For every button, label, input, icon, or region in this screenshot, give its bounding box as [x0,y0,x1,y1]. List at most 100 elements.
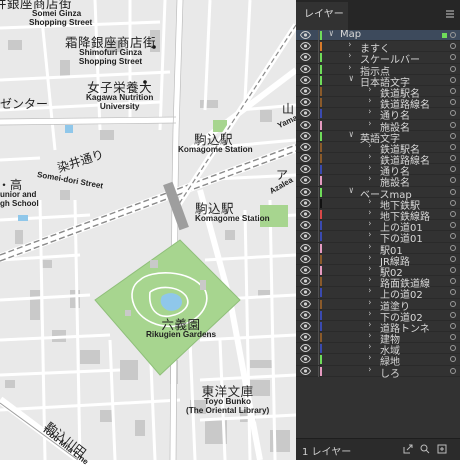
target-icon[interactable] [450,132,456,139]
target-icon[interactable] [450,110,456,117]
eye-icon[interactable] [299,333,312,342]
chevron-down-icon[interactable]: ∨ [349,186,354,196]
eye-icon[interactable] [299,221,312,230]
eye-icon[interactable] [299,265,312,274]
eye-icon[interactable] [299,321,312,330]
layer-row[interactable]: › 道路トンネ [296,320,460,335]
lock-toggle[interactable] [318,141,319,153]
chevron-right-icon[interactable]: › [368,230,371,240]
target-icon[interactable] [450,188,456,195]
layer-row[interactable]: › 鉄道路線名 [296,152,460,167]
chevron-right-icon[interactable]: › [368,275,371,285]
layer-row[interactable]: › 水域 [296,342,460,357]
layer-row[interactable]: › 鉄道路線名 [296,96,460,111]
chevron-right-icon[interactable]: › [368,163,371,173]
eye-icon[interactable] [299,154,312,163]
target-icon[interactable] [450,99,456,106]
target-icon[interactable] [450,322,456,329]
lock-toggle[interactable] [318,175,319,187]
layer-row[interactable]: ∨ ベースmap [296,186,460,201]
lock-toggle[interactable] [318,253,319,265]
target-icon[interactable] [450,76,456,83]
eye-icon[interactable] [299,310,312,319]
target-icon[interactable] [450,367,456,374]
eye-icon[interactable] [299,366,312,375]
eye-icon[interactable] [299,86,312,95]
target-icon[interactable] [450,334,456,341]
layer-row[interactable]: › 道塗り [296,298,460,313]
eye-icon[interactable] [299,232,312,241]
target-icon[interactable] [450,199,456,206]
chevron-right-icon[interactable]: › [368,309,371,319]
chevron-right-icon[interactable]: › [368,85,371,95]
layer-row[interactable]: › 上の道01 [296,219,460,234]
lock-toggle[interactable] [318,354,319,366]
eye-icon[interactable] [299,109,312,118]
eye-icon[interactable] [299,53,312,62]
chevron-down-icon[interactable]: ∨ [329,29,334,39]
lock-toggle[interactable] [318,41,319,53]
eye-icon[interactable] [299,243,312,252]
chevron-right-icon[interactable]: › [368,242,371,252]
eye-icon[interactable] [299,344,312,353]
new-layer-icon[interactable] [437,444,447,454]
target-icon[interactable] [450,289,456,296]
layer-row[interactable]: › 建物 [296,331,460,346]
chevron-right-icon[interactable]: › [368,331,371,341]
target-icon[interactable] [450,233,456,240]
chevron-right-icon[interactable]: › [368,298,371,308]
chevron-right-icon[interactable]: › [368,96,371,106]
eye-icon[interactable] [299,98,312,107]
lock-toggle[interactable] [318,287,319,299]
target-icon[interactable] [450,211,456,217]
chevron-right-icon[interactable]: › [368,174,371,184]
lock-toggle[interactable] [318,231,319,243]
target-icon[interactable] [450,222,456,229]
chevron-right-icon[interactable]: › [368,353,371,363]
chevron-right-icon[interactable]: › [348,51,351,61]
eye-icon[interactable] [299,75,312,84]
eye-icon[interactable] [299,355,312,364]
layer-row[interactable]: › 下の道02 [296,309,460,324]
layer-row[interactable]: › 鉄道駅名 [296,141,460,156]
layer-row[interactable]: › 上の道02 [296,286,460,301]
lock-toggle[interactable] [318,85,319,97]
target-icon[interactable] [450,87,456,94]
layer-row[interactable]: › 通り名 [296,107,460,122]
target-icon[interactable] [450,65,456,72]
lock-toggle[interactable] [318,298,319,310]
chevron-right-icon[interactable]: › [368,141,371,151]
export-icon[interactable] [403,444,413,454]
lock-toggle[interactable] [318,209,319,220]
chevron-right-icon[interactable]: › [368,219,371,229]
layer-row[interactable]: › 通り名 [296,163,460,178]
chevron-right-icon[interactable]: › [368,365,371,375]
lock-toggle[interactable] [318,276,319,288]
lock-toggle[interactable] [318,52,319,64]
layer-row[interactable]: › 駅01 [296,242,460,257]
lock-toggle[interactable] [318,130,319,142]
layer-name[interactable]: しろ [380,365,400,380]
lock-toggle[interactable] [318,343,319,355]
lock-toggle[interactable] [318,320,319,332]
chevron-right-icon[interactable]: › [368,264,371,274]
chevron-right-icon[interactable]: › [368,286,371,296]
lock-toggle[interactable] [318,153,319,165]
chevron-right-icon[interactable]: › [368,107,371,117]
panel-menu-icon[interactable] [444,8,456,20]
chevron-down-icon[interactable]: ∨ [349,130,354,140]
chevron-right-icon[interactable]: › [348,63,351,73]
lock-toggle[interactable] [318,309,319,321]
lock-toggle[interactable] [318,30,319,41]
lock-toggle[interactable] [318,74,319,86]
chevron-right-icon[interactable]: › [368,197,371,207]
target-icon[interactable] [450,32,456,38]
layer-row[interactable]: › 緑地 [296,353,460,368]
lock-toggle[interactable] [318,119,319,131]
eye-icon[interactable] [299,165,312,174]
target-icon[interactable] [450,244,456,251]
eye-icon[interactable] [299,31,312,39]
eye-icon[interactable] [299,176,312,185]
lock-toggle[interactable] [318,220,319,232]
eye-icon[interactable] [299,288,312,297]
